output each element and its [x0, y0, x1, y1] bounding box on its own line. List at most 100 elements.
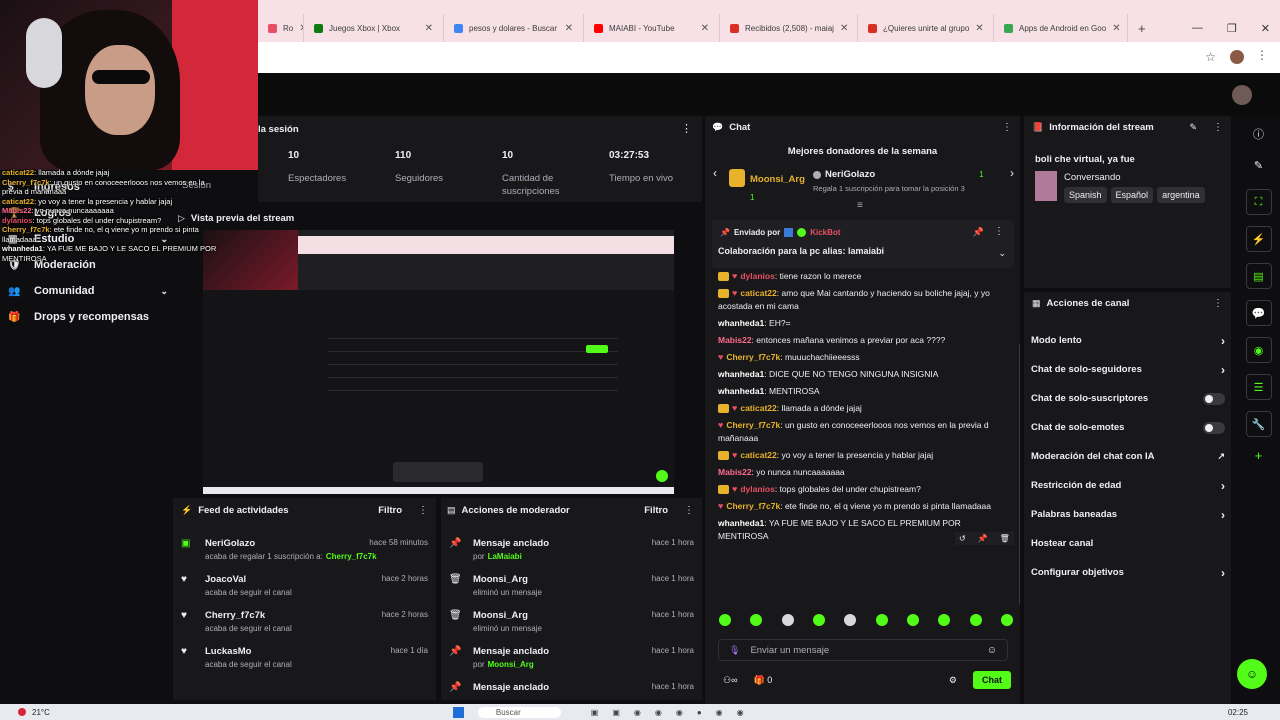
weather-icon[interactable]: [18, 708, 26, 716]
minimize-button[interactable]: —: [1192, 22, 1203, 34]
mod-action-target[interactable]: LaMaiabi: [488, 552, 522, 561]
emote-icon[interactable]: [719, 614, 731, 626]
sidebar-item[interactable]: 🎁 Drops y recompensas: [8, 304, 168, 330]
browser-tab[interactable]: MAIABI - YouTube ✕: [584, 14, 720, 42]
chat-message[interactable]: whanheda1: MENTIROSA: [718, 383, 1008, 400]
rail-broadcast-icon[interactable]: ◉: [1245, 337, 1272, 363]
close-window-button[interactable]: ✕: [1261, 22, 1270, 35]
new-tab-button[interactable]: +: [1138, 21, 1146, 36]
user-avatar[interactable]: [1232, 85, 1252, 105]
emote-icon[interactable]: [938, 614, 951, 626]
chat-username[interactable]: Cherry_f7c7k: [726, 501, 780, 511]
profile-avatar[interactable]: [1230, 50, 1244, 64]
category-name[interactable]: Conversando: [1064, 172, 1121, 183]
mic-icon[interactable]: 🎙: [729, 645, 740, 656]
mod-actions-filter-button[interactable]: Filtro: [644, 505, 668, 516]
rail-actions-icon[interactable]: ☰: [1245, 374, 1272, 400]
channel-action[interactable]: Palabras baneadas ›: [1031, 500, 1225, 529]
chat-username[interactable]: whanheda1: [718, 369, 764, 379]
channel-action[interactable]: Configurar objetivos ›: [1031, 558, 1225, 587]
chat-message[interactable]: ♥ Cherry_f7c7k: muuuchachiieeesss: [718, 349, 1008, 366]
chat-username[interactable]: Cherry_f7c7k: [726, 420, 780, 430]
rail-moderator-icon[interactable]: ⛶: [1245, 189, 1272, 215]
send-chat-button[interactable]: Chat: [973, 671, 1011, 689]
reply-icon[interactable]: ↺: [959, 534, 966, 543]
chat-username[interactable]: caticat22: [740, 288, 776, 298]
channel-actions-menu-icon[interactable]: ⋮: [1213, 298, 1223, 309]
chat-message[interactable]: ♥ Cherry_f7c7k: un gusto en conoceeerlooo…: [718, 417, 1008, 447]
chat-message[interactable]: ♥ dylanios: tiene razon lo merece: [718, 268, 1008, 285]
emote-icon[interactable]: [875, 614, 888, 626]
chat-message[interactable]: ♥ caticat22: yo voy a tener la presencia …: [718, 447, 1008, 464]
tab-close-icon[interactable]: ✕: [1112, 23, 1120, 34]
chat-username[interactable]: dylanios: [740, 271, 774, 281]
taskbar-app-icons[interactable]: ▣▣◉◉◉●◉◉: [591, 708, 758, 717]
delete-message-icon[interactable]: 🗑: [1000, 534, 1010, 543]
chat-username[interactable]: whanheda1: [718, 318, 764, 328]
tab-close-icon[interactable]: ✕: [425, 23, 433, 34]
stream-tag[interactable]: Spanish: [1064, 187, 1107, 203]
activity-user[interactable]: LuckasMo: [205, 646, 251, 657]
pinned-expand-icon[interactable]: ⌄: [998, 248, 1006, 259]
browser-tab[interactable]: pesos y dolares - Buscar ✕: [444, 14, 584, 42]
mod-action-target[interactable]: Moonsi_Arg: [488, 660, 534, 669]
chat-username[interactable]: whanheda1: [718, 518, 764, 528]
chat-scrollbar[interactable]: [1019, 344, 1020, 604]
rail-chat-icon[interactable]: 💬: [1245, 300, 1272, 326]
users-icon[interactable]: ⚇∞: [723, 675, 737, 686]
emote-icon[interactable]: [844, 614, 857, 626]
channel-action[interactable]: Modo lento ›: [1031, 326, 1225, 355]
chat-input[interactable]: 🎙 Enviar un mensaje ☺: [718, 639, 1008, 661]
maximize-button[interactable]: ❐: [1227, 22, 1237, 35]
mod-action-name[interactable]: Moonsi_Arg: [473, 574, 528, 585]
mod-action-name[interactable]: Moonsi_Arg: [473, 610, 528, 621]
weather-temp[interactable]: 21°C: [32, 708, 50, 717]
emote-icon[interactable]: [1000, 614, 1013, 626]
tab-close-icon[interactable]: ✕: [975, 23, 983, 34]
chat-username[interactable]: dylanios: [740, 484, 774, 494]
chat-message[interactable]: ♥ caticat22: amo que Mai cantando y hacie…: [718, 285, 1008, 315]
rail-edit-icon[interactable]: ✎: [1237, 159, 1280, 172]
activity-target[interactable]: Cherry_f7c7k: [326, 552, 377, 561]
rail-info-icon[interactable]: ⓘ: [1237, 126, 1280, 142]
channel-action[interactable]: Chat de solo-seguidores ›: [1031, 355, 1225, 384]
pin-message-icon[interactable]: 📌: [978, 534, 988, 543]
stream-info-menu-icon[interactable]: ⋮: [1213, 122, 1223, 133]
chat-message[interactable]: whanheda1: EH?=: [718, 315, 1008, 332]
tab-close-icon[interactable]: ✕: [701, 23, 709, 34]
start-icon[interactable]: [452, 706, 464, 718]
chat-username[interactable]: Mabis22: [718, 335, 752, 345]
browser-tab[interactable]: Juegos Xbox | Xbox ✕: [304, 14, 444, 42]
activity-user[interactable]: Cherry_f7c7k: [205, 610, 265, 621]
taskbar-search[interactable]: Buscar: [477, 706, 561, 718]
rail-support-button[interactable]: ☺: [1237, 659, 1267, 689]
emoji-icon[interactable]: ☺: [987, 645, 997, 656]
activity-menu-icon[interactable]: ⋮: [418, 505, 428, 516]
chat-message[interactable]: ♥ Cherry_f7c7k: ete finde no, el q viene …: [718, 498, 1008, 515]
address-bar[interactable]: ☆ ⋮: [258, 42, 1280, 73]
chat-message[interactable]: Mabis22: yo nunca nuncaaaaaaa: [718, 464, 1008, 481]
chat-username[interactable]: whanheda1: [718, 386, 764, 396]
emote-icon[interactable]: [781, 614, 794, 626]
browser-tab[interactable]: Ro✕: [258, 14, 304, 42]
toggle-switch[interactable]: [1203, 421, 1225, 434]
chat-message[interactable]: ♥ dylanios: tops globales del under chupi…: [718, 481, 1008, 498]
toggle-switch[interactable]: [1203, 392, 1225, 405]
donors-collapse-icon[interactable]: ≡: [857, 200, 863, 211]
edit-icon[interactable]: ✎: [1189, 122, 1197, 133]
channel-action[interactable]: Restricción de edad ›: [1031, 471, 1225, 500]
mod-action-name[interactable]: Mensaje anclado: [473, 682, 549, 693]
mod-action-name[interactable]: Mensaje anclado: [473, 646, 549, 657]
chat-username[interactable]: caticat22: [740, 403, 776, 413]
settings-icon[interactable]: ⚙: [949, 675, 957, 686]
chat-username[interactable]: Mabis22: [718, 467, 752, 477]
rail-lightning-icon[interactable]: ⚡: [1245, 226, 1272, 252]
browser-tab[interactable]: Recibidos (2,508) - maiaj ✕: [720, 14, 858, 42]
activity-user[interactable]: JoacoVal: [205, 574, 246, 585]
donors-next-button[interactable]: ›: [1010, 166, 1014, 180]
tab-close-icon[interactable]: ✕: [565, 23, 573, 34]
star-icon[interactable]: ☆: [1205, 50, 1216, 64]
emote-icon[interactable]: [812, 614, 825, 626]
emote-icon[interactable]: [969, 614, 982, 626]
chat-username[interactable]: caticat22: [740, 450, 776, 460]
